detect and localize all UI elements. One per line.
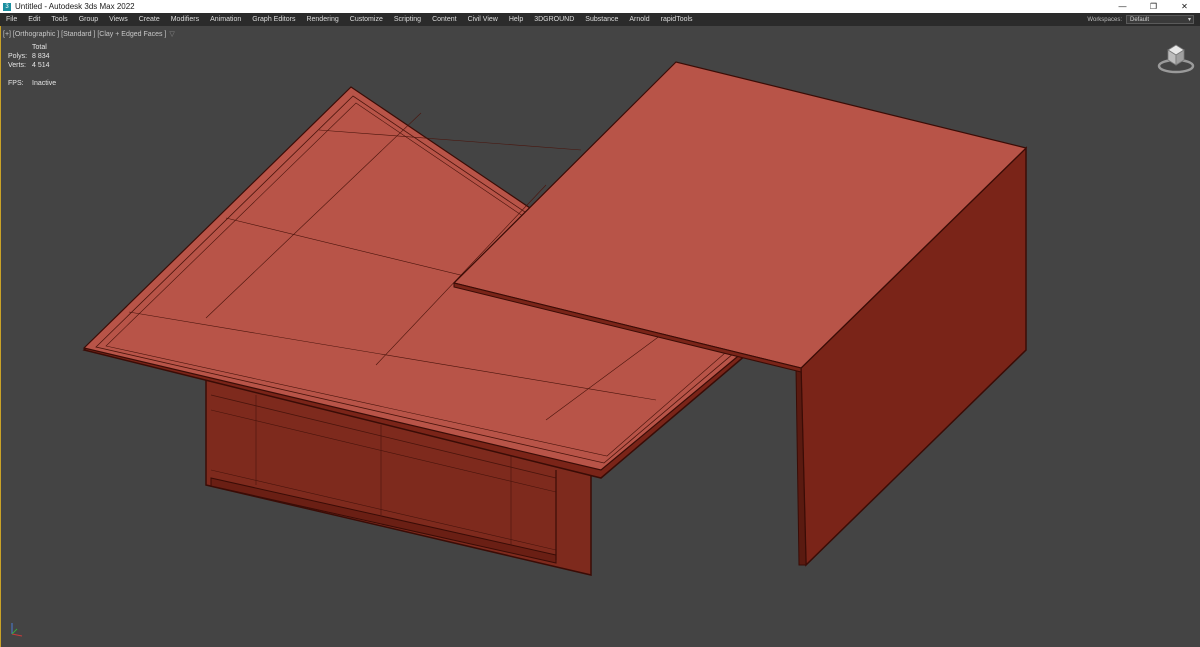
polys-value: 8 834: [32, 53, 50, 60]
statistics-overlay: Total Polys: 8 834 Verts: 4 514 FPS: Inacti…: [8, 43, 56, 88]
menu-arnold[interactable]: Arnold: [624, 16, 655, 23]
viewport-label-text[interactable]: [+] [Orthographic ] [Standard ] [Clay + …: [3, 31, 166, 38]
menu-content[interactable]: Content: [427, 16, 463, 23]
viewcube-icon[interactable]: [1156, 40, 1196, 76]
minimize-button[interactable]: —: [1107, 0, 1138, 13]
window-title: Untitled - Autodesk 3ds Max 2022: [15, 2, 135, 11]
fps-label: FPS:: [8, 80, 24, 87]
verts-value: 4 514: [32, 62, 50, 69]
workspace-selector: Workspaces: Default: [1087, 13, 1194, 26]
title-bar: 3 Untitled - Autodesk 3ds Max 2022 — ❐ ✕: [0, 0, 1200, 13]
menu-views[interactable]: Views: [104, 16, 134, 23]
menu-edit[interactable]: Edit: [23, 16, 46, 23]
axis-tripod-icon: [11, 623, 23, 637]
filter-icon[interactable]: ▽: [169, 31, 174, 38]
menu-help[interactable]: Help: [503, 16, 528, 23]
menu-create[interactable]: Create: [133, 16, 165, 23]
menu-tools[interactable]: Tools: [46, 16, 73, 23]
menu-animation[interactable]: Animation: [205, 16, 247, 23]
viewport-label[interactable]: [+] [Orthographic ] [Standard ] [Clay + …: [3, 30, 175, 38]
stats-header: Total: [32, 44, 47, 51]
scene-geometry[interactable]: [1, 26, 1199, 647]
polys-label: Polys:: [8, 53, 28, 60]
perspective-viewport[interactable]: [+] [Orthographic ] [Standard ] [Clay + …: [0, 26, 1200, 647]
fps-value: Inactive: [32, 80, 57, 87]
menu-bar: File Edit Tools Group Views Create Modif…: [0, 13, 1200, 26]
menu-3dground[interactable]: 3DGROUND: [529, 16, 580, 23]
verts-label: Verts:: [8, 62, 26, 69]
menu-group[interactable]: Group: [73, 16, 103, 23]
restore-button[interactable]: ❐: [1138, 0, 1169, 13]
menu-civil-view[interactable]: Civil View: [462, 16, 503, 23]
3ds-max-icon: 3: [3, 2, 11, 11]
close-button[interactable]: ✕: [1169, 0, 1200, 13]
menu-substance[interactable]: Substance: [580, 16, 624, 23]
menu-scripting[interactable]: Scripting: [388, 16, 426, 23]
menu-file[interactable]: File: [0, 16, 23, 23]
menu-rendering[interactable]: Rendering: [301, 16, 344, 23]
workspaces-dropdown[interactable]: Default: [1126, 15, 1194, 25]
menu-customize[interactable]: Customize: [344, 16, 388, 23]
menu-modifiers[interactable]: Modifiers: [165, 16, 204, 23]
menu-graph-editors[interactable]: Graph Editors: [247, 16, 301, 23]
workspaces-label: Workspaces:: [1087, 16, 1122, 23]
menu-rapidtools[interactable]: rapidTools: [655, 16, 698, 23]
